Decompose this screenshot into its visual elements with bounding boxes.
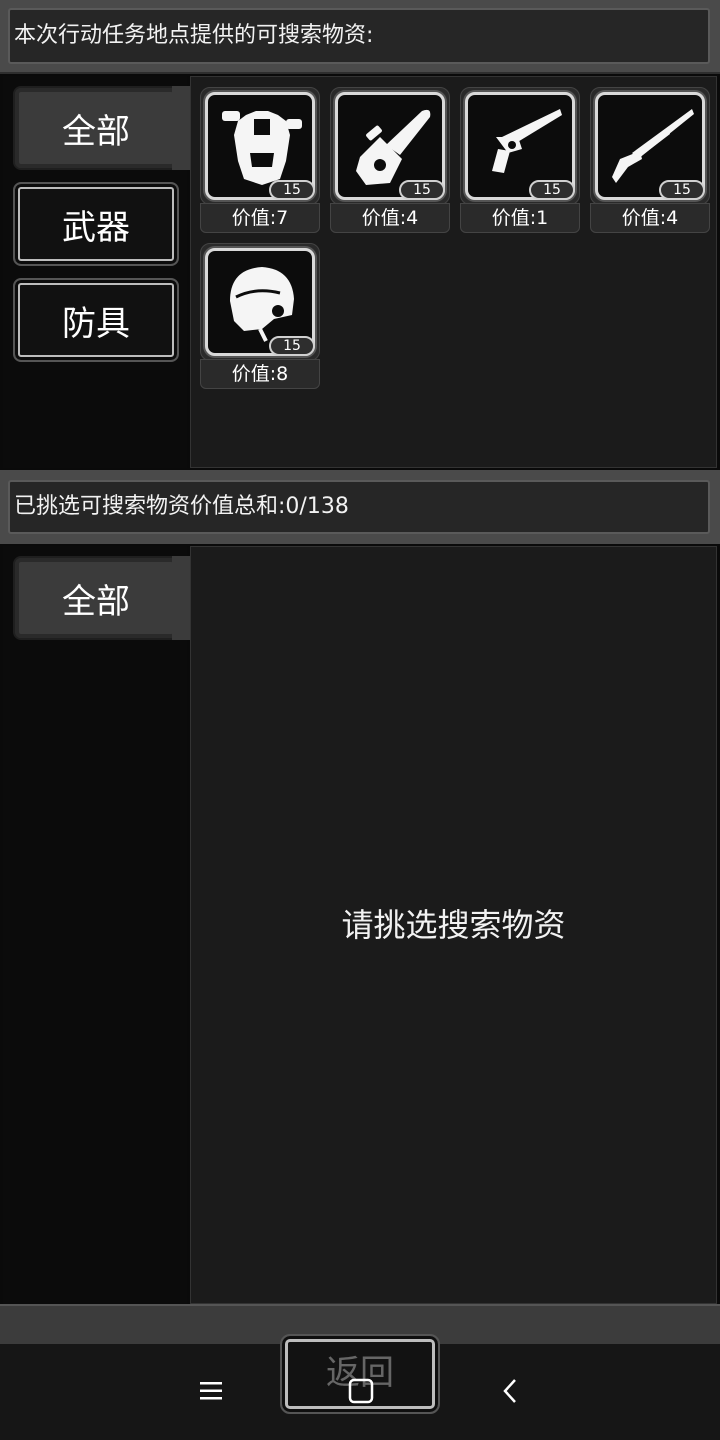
item-icon-frame: 15	[330, 87, 450, 205]
item-slot-shotgun[interactable]: 15 价值:4	[590, 87, 710, 233]
selection-summary-text: 已挑选可搜索物资价值总和:0/138	[8, 480, 710, 534]
item-slot-body-armor[interactable]: 15 价值:7	[200, 87, 320, 233]
active-tab-notch	[172, 86, 190, 170]
item-count-badge: 15	[269, 336, 315, 356]
back-icon[interactable]	[496, 1376, 526, 1406]
bottom-category-all[interactable]: 全部	[13, 556, 179, 640]
item-count-badge: 15	[269, 180, 315, 200]
item-icon-frame: 15	[590, 87, 710, 205]
category-label: 全部	[62, 581, 130, 622]
item-slot-helmet[interactable]: 15 价值:8	[200, 243, 320, 389]
item-icon-frame: 15	[200, 243, 320, 361]
item-icon-frame: 15	[200, 87, 320, 205]
top-category-armor[interactable]: 防具	[13, 278, 179, 362]
top-category-sidebar: 全部 武器 防具	[3, 76, 187, 468]
selection-summary-bar: 已挑选可搜索物资价值总和:0/138	[0, 470, 720, 544]
top-category-all[interactable]: 全部	[13, 86, 179, 170]
header-bar: 本次行动任务地点提供的可搜索物资:	[0, 0, 720, 74]
item-icon-frame: 15	[460, 87, 580, 205]
item-value: 价值:1	[460, 203, 580, 233]
home-icon[interactable]	[346, 1376, 376, 1406]
item-slot-revolver[interactable]: 15 价值:1	[460, 87, 580, 233]
item-slot-chainsaw[interactable]: 15 价值:4	[330, 87, 450, 233]
category-label: 防具	[62, 303, 130, 344]
category-label: 武器	[62, 207, 130, 248]
item-count-badge: 15	[529, 180, 575, 200]
header-title: 本次行动任务地点提供的可搜索物资:	[8, 8, 710, 64]
item-count-badge: 15	[659, 180, 705, 200]
item-value: 价值:4	[330, 203, 450, 233]
active-tab-notch	[172, 556, 190, 640]
menu-icon[interactable]	[196, 1376, 226, 1406]
item-value: 价值:4	[590, 203, 710, 233]
item-value: 价值:8	[200, 359, 320, 389]
category-label: 全部	[62, 111, 130, 152]
item-value: 价值:7	[200, 203, 320, 233]
bottom-category-sidebar: 全部	[3, 546, 187, 1304]
available-items-panel: 15 价值:7 15 价值:4 15 价值:1 15 价值:4 15 价值:8	[190, 76, 717, 468]
empty-selection-message: 请挑选搜索物资	[341, 906, 566, 944]
item-count-badge: 15	[399, 180, 445, 200]
top-category-weapons[interactable]: 武器	[13, 182, 179, 266]
